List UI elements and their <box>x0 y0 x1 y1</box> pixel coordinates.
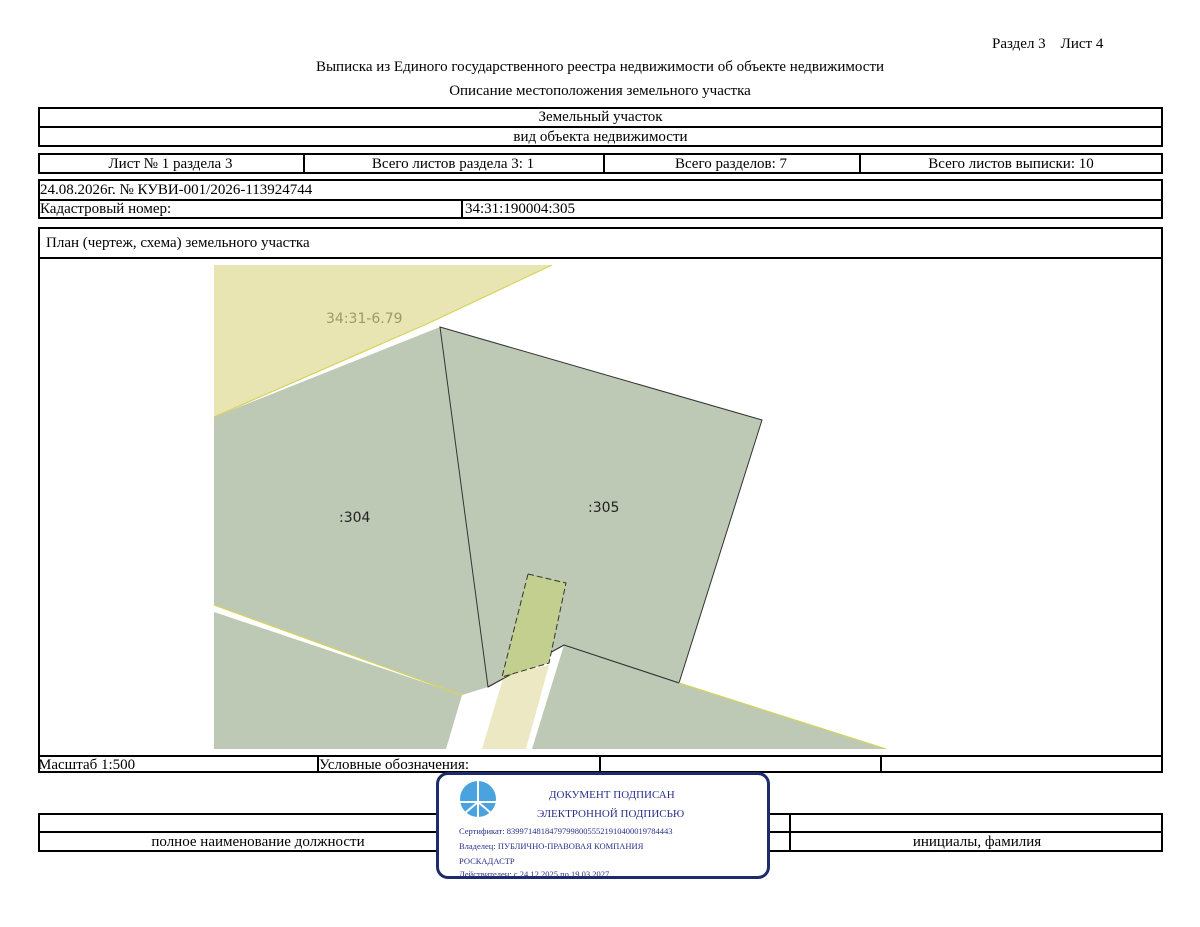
legend-label: Условные обозначения: <box>319 756 470 773</box>
stamp-owner: Владелец: ПУБЛИЧНО-ПРАВОВАЯ КОМПАНИЯ <box>459 841 644 851</box>
object-type-caption: вид объекта недвижимости <box>513 129 688 145</box>
stamp-certificate: Сертификат: 8399714818479799800555219104… <box>459 826 673 836</box>
name-caption: инициалы, фамилия <box>912 834 1042 850</box>
total-sections: Всего разделов: 7 <box>674 155 788 172</box>
scale: Масштаб 1:500 <box>38 756 136 773</box>
parcel-304-label: :304 <box>339 510 371 526</box>
parcel-305-label: :305 <box>588 500 619 516</box>
stamp-line2: ЭЛЕКТРОННОЙ ПОДПИСЬЮ <box>537 808 685 820</box>
total-section-sheets: Всего листов раздела 3: 1 <box>371 155 535 172</box>
position-caption: полное наименование должности <box>151 834 365 850</box>
object-type: Земельный участок <box>538 109 663 125</box>
divider <box>880 755 882 773</box>
roskadastr-logo-icon <box>460 781 496 817</box>
stamp-valid: Действителен: с 24.12.2025 по 19.03.2027 <box>459 869 610 879</box>
e-signature-stamp: ДОКУМЕНТ ПОДПИСАН ЭЛЕКТРОННОЙ ПОДПИСЬЮ С… <box>436 772 770 879</box>
divider <box>599 755 601 773</box>
stamp-owner2: РОСКАДАСТР <box>459 856 515 866</box>
stamp-line1: ДОКУМЕНТ ПОДПИСАН <box>549 789 675 801</box>
zone-label: 34:31-6.79 <box>326 311 403 327</box>
page-title: Выписка из Единого государственного реес… <box>315 59 885 75</box>
record-date-number: 24.08.2026г. № КУВИ-001/2026-113924744 <box>40 182 313 198</box>
cadastral-label: Кадастровый номер: <box>40 201 172 217</box>
section-sheet: Раздел 3 Лист 4 <box>992 36 1104 52</box>
cadastral-map: 34:31-6.79 :304 :305 <box>214 265 989 749</box>
sheet-number: Лист № 1 раздела 3 <box>108 155 233 172</box>
cadastral-value: 34:31:190004:305 <box>465 201 576 217</box>
plan-title: План (чертеж, схема) земельного участка <box>46 235 310 251</box>
page-subtitle: Описание местоположения земельного участ… <box>449 83 751 99</box>
total-extract-sheets: Всего листов выписки: 10 <box>928 155 1094 172</box>
divider <box>461 199 463 219</box>
divider <box>38 257 1163 259</box>
